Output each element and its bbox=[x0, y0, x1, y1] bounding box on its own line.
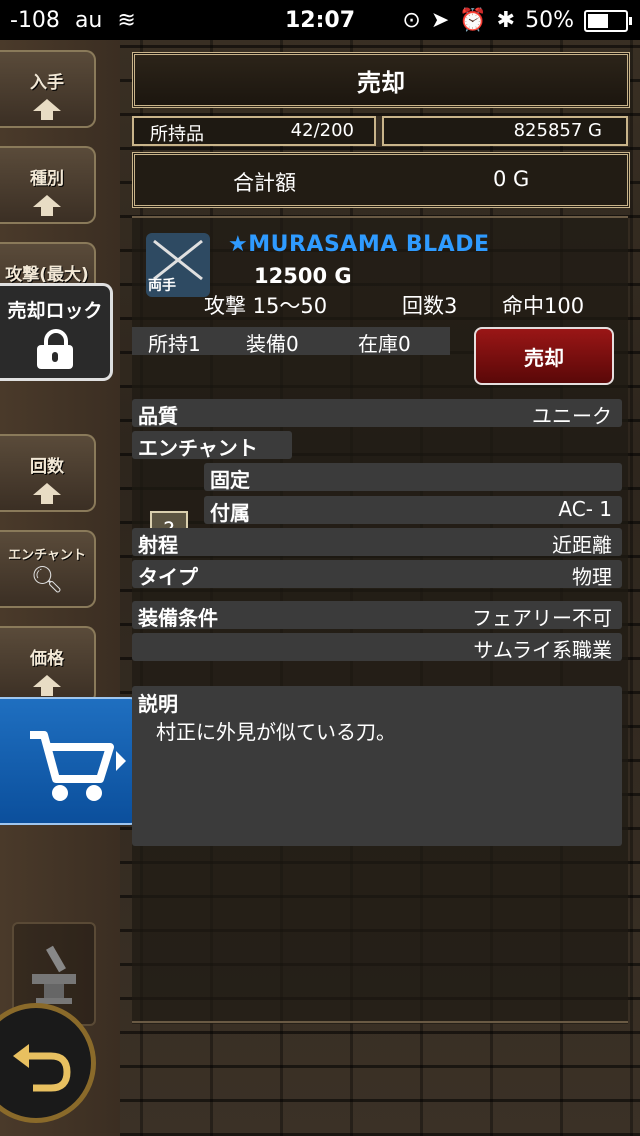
owned-count: 所持1 bbox=[148, 332, 201, 356]
total-amount: 合計額 0 G bbox=[132, 152, 630, 208]
sort-up-icon bbox=[33, 674, 61, 696]
equip-condition-value-2: サムライ系職業 bbox=[473, 638, 612, 662]
attached-row: 付属 AC- 1 bbox=[204, 496, 622, 525]
equip-condition-label: 装備条件 bbox=[138, 606, 218, 630]
sort-acquired-button[interactable]: 入手 bbox=[0, 50, 96, 128]
sort-label: 入手 bbox=[30, 72, 64, 93]
lock-icon bbox=[37, 329, 73, 369]
equip-condition-row-2: サムライ系職業 bbox=[132, 633, 622, 662]
item-name: ★MURASAMA BLADE bbox=[228, 232, 490, 257]
fixed-row: 固定 bbox=[204, 463, 622, 492]
page-title: 売却 bbox=[132, 52, 630, 108]
sell-lock-label: 売却ロック bbox=[7, 300, 103, 322]
inventory-label: 所持品 bbox=[150, 124, 204, 145]
hand-tag: 両手 bbox=[148, 278, 176, 294]
enchant-label: エンチャント bbox=[138, 436, 258, 460]
sell-button[interactable]: 売却 bbox=[474, 327, 614, 385]
sort-label: エンチャント bbox=[8, 547, 86, 563]
gold-display: 825857 G bbox=[382, 116, 628, 146]
sort-up-icon bbox=[33, 482, 61, 504]
fixed-label: 固定 bbox=[210, 468, 250, 492]
attached-value: AC- 1 bbox=[558, 497, 612, 521]
range-label: 射程 bbox=[138, 533, 178, 557]
attached-label: 付属 bbox=[210, 501, 250, 525]
stock-count: 在庫0 bbox=[358, 332, 411, 356]
alarm-icon: ⏰ bbox=[459, 8, 487, 33]
rotation-lock-icon: ⊙ bbox=[402, 8, 421, 33]
sort-price-button[interactable]: 価格 bbox=[0, 626, 96, 704]
sort-type-button[interactable]: 種別 bbox=[0, 146, 96, 224]
weapon-icon: 両手 bbox=[146, 233, 210, 297]
battery-icon bbox=[584, 9, 632, 32]
equip-condition-row: 装備条件 フェアリー不可 bbox=[132, 601, 622, 630]
type-row: タイプ 物理 bbox=[132, 560, 622, 589]
shop-cart-button[interactable] bbox=[0, 697, 142, 825]
sort-label: 種別 bbox=[30, 168, 64, 189]
quality-value: ユニーク bbox=[532, 404, 612, 428]
attack-stat: 攻撃 15～50 bbox=[204, 294, 328, 318]
range-row: 射程 近距離 bbox=[132, 528, 622, 557]
bluetooth-icon: ✱ bbox=[496, 8, 516, 33]
sort-up-icon bbox=[33, 194, 61, 216]
panel-divider bbox=[132, 1021, 628, 1023]
sort-label: 回数 bbox=[30, 456, 64, 477]
gold-value: 825857 G bbox=[513, 120, 602, 141]
sort-label: 攻撃(最大) bbox=[5, 264, 89, 285]
inventory-value: 42/200 bbox=[290, 120, 354, 141]
search-icon: 🔍︎ bbox=[30, 564, 64, 595]
type-label: タイプ bbox=[138, 565, 198, 589]
quality-label: 品質 bbox=[138, 404, 178, 428]
item-detail: 両手 ★MURASAMA BLADE 12500 G 攻撃 15～50 回数3 … bbox=[132, 216, 628, 1024]
sort-enchant-button[interactable]: エンチャント 🔍︎ bbox=[0, 530, 96, 608]
status-right: ⊙ ➤ ⏰ ✱ 50% bbox=[402, 8, 632, 33]
accuracy-stat: 命中100 bbox=[502, 294, 585, 318]
range-value: 近距離 bbox=[552, 533, 612, 557]
sell-panel: 売却 所持品 42/200 825857 G 合計額 0 G 両手 ★MURAS… bbox=[124, 40, 634, 1030]
location-icon: ➤ bbox=[430, 8, 450, 33]
equip-condition-value: フェアリー不可 bbox=[472, 606, 612, 630]
sort-up-icon bbox=[33, 98, 61, 120]
sort-sidebar: 入手 種別 攻撃(最大) 売却ロック 回数 エンチャント 🔍︎ 価格 bbox=[0, 40, 120, 1136]
type-value: 物理 bbox=[572, 565, 612, 589]
equipped-count: 装備0 bbox=[246, 332, 299, 356]
description-text: 村正に外見が似ている刀。 bbox=[156, 720, 396, 744]
item-price: 12500 G bbox=[254, 264, 352, 288]
back-arrow-icon bbox=[13, 1044, 71, 1092]
sort-label: 価格 bbox=[30, 648, 64, 669]
total-value: 0 G bbox=[493, 167, 530, 191]
inventory-count: 所持品 42/200 bbox=[132, 116, 376, 146]
quality-row: 品質 ユニーク bbox=[132, 399, 622, 428]
sell-lock-button[interactable]: 売却ロック bbox=[0, 283, 113, 381]
uses-stat: 回数3 bbox=[402, 294, 458, 318]
cart-icon bbox=[30, 731, 126, 801]
description-label: 説明 bbox=[138, 692, 178, 716]
enchant-row: エンチャント bbox=[132, 431, 292, 460]
sort-uses-button[interactable]: 回数 bbox=[0, 434, 96, 512]
back-button[interactable] bbox=[0, 1003, 96, 1123]
stock-bar: 所持1 装備0 在庫0 bbox=[132, 327, 450, 356]
description-box: 説明 村正に外見が似ている刀。 bbox=[132, 686, 622, 846]
status-bar: -108 au ≋ 12:07 ⊙ ➤ ⏰ ✱ 50% bbox=[0, 0, 640, 40]
total-label: 合計額 bbox=[233, 171, 296, 195]
battery-percent: 50% bbox=[525, 8, 574, 33]
